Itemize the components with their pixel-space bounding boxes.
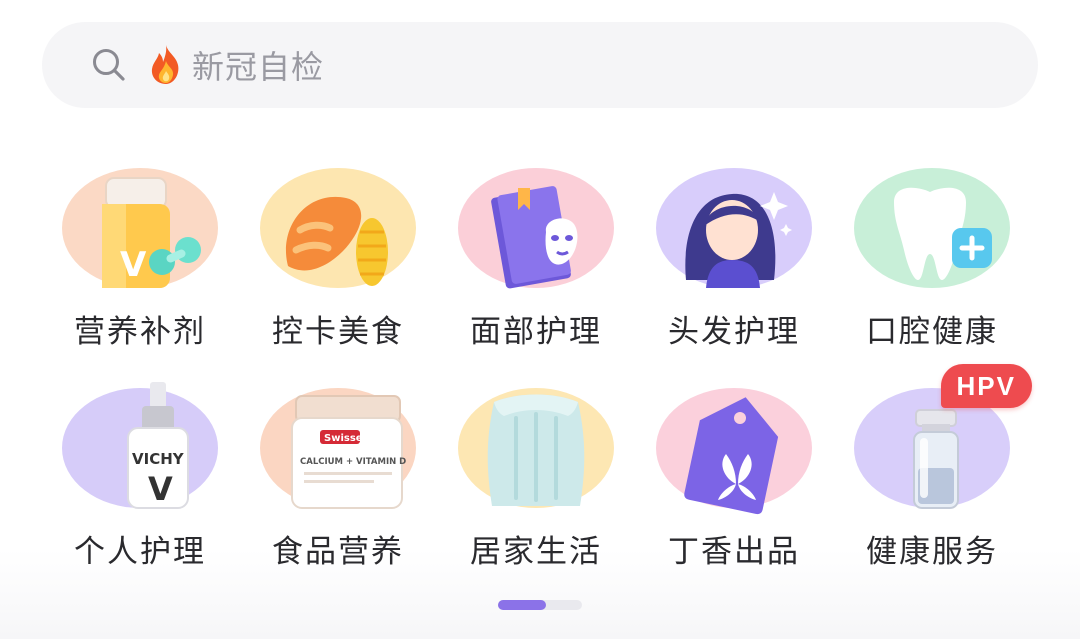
category-item-low-cal-food[interactable]: 控卡美食: [238, 168, 438, 378]
category-label: 控卡美食: [272, 314, 404, 350]
category-item-home-living[interactable]: 居家生活: [436, 388, 636, 598]
category-label: 居家生活: [470, 534, 602, 570]
category-item-personal-care[interactable]: VICHY V 个人护理: [40, 382, 240, 598]
vitamin-bottle-icon: V: [62, 168, 218, 288]
face-mask-book-icon: [458, 168, 614, 289]
search-icon[interactable]: [90, 46, 128, 84]
category-label: 营养补剂: [74, 314, 206, 350]
category-item-health-services[interactable]: HPV 健康服务: [832, 364, 1032, 598]
swisse-text: Swisse: [324, 433, 363, 444]
category-label: 食品营养: [272, 534, 404, 570]
vaccine-vial-icon: HPV: [854, 364, 1032, 509]
category-label: 丁香出品: [668, 534, 800, 570]
vichy-text: VICHY: [132, 450, 185, 468]
fire-icon: [151, 45, 179, 84]
category-item-food-nutrition[interactable]: Swisse CALCIUM + VITAMIN D 食品营养: [238, 388, 438, 598]
category-page: 新冠自检 V 营养补剂 控卡美食 面部护理 头发护理 口腔健康 VICHY V …: [0, 0, 1080, 639]
hpv-badge: HPV: [940, 364, 1032, 408]
category-label: 个人护理: [74, 534, 206, 570]
category-label: 健康服务: [866, 534, 998, 570]
supplement-jar-icon: Swisse CALCIUM + VITAMIN D: [260, 388, 416, 509]
category-item-nutrition-supplements[interactable]: V 营养补剂: [40, 168, 240, 378]
vitamin-v-text: V: [120, 245, 147, 285]
category-label: 头发护理: [668, 314, 800, 350]
category-item-oral-health[interactable]: 口腔健康: [832, 168, 1032, 378]
page-indicator: [498, 600, 582, 610]
serum-bottle-icon: VICHY V: [62, 382, 218, 509]
tooth-icon: [854, 168, 1010, 288]
vichy-v-text: V: [148, 470, 173, 508]
woman-hair-icon: [656, 168, 812, 288]
page-indicator-active: [498, 600, 546, 610]
category-label: 面部护理: [470, 314, 602, 350]
clove-tag-icon: [656, 388, 812, 515]
category-item-hair-care[interactable]: 头发护理: [634, 168, 834, 378]
category-item-face-care[interactable]: 面部护理: [436, 168, 636, 378]
calcium-text: CALCIUM + VITAMIN D: [300, 457, 406, 467]
pillow-icon: [458, 388, 614, 508]
category-label: 口腔健康: [866, 314, 998, 350]
bread-icon: [260, 168, 416, 288]
category-item-dxy-products[interactable]: 丁香出品: [634, 388, 834, 598]
search-bar[interactable]: 新冠自检: [42, 22, 1038, 108]
search-input[interactable]: 新冠自检: [192, 42, 324, 88]
